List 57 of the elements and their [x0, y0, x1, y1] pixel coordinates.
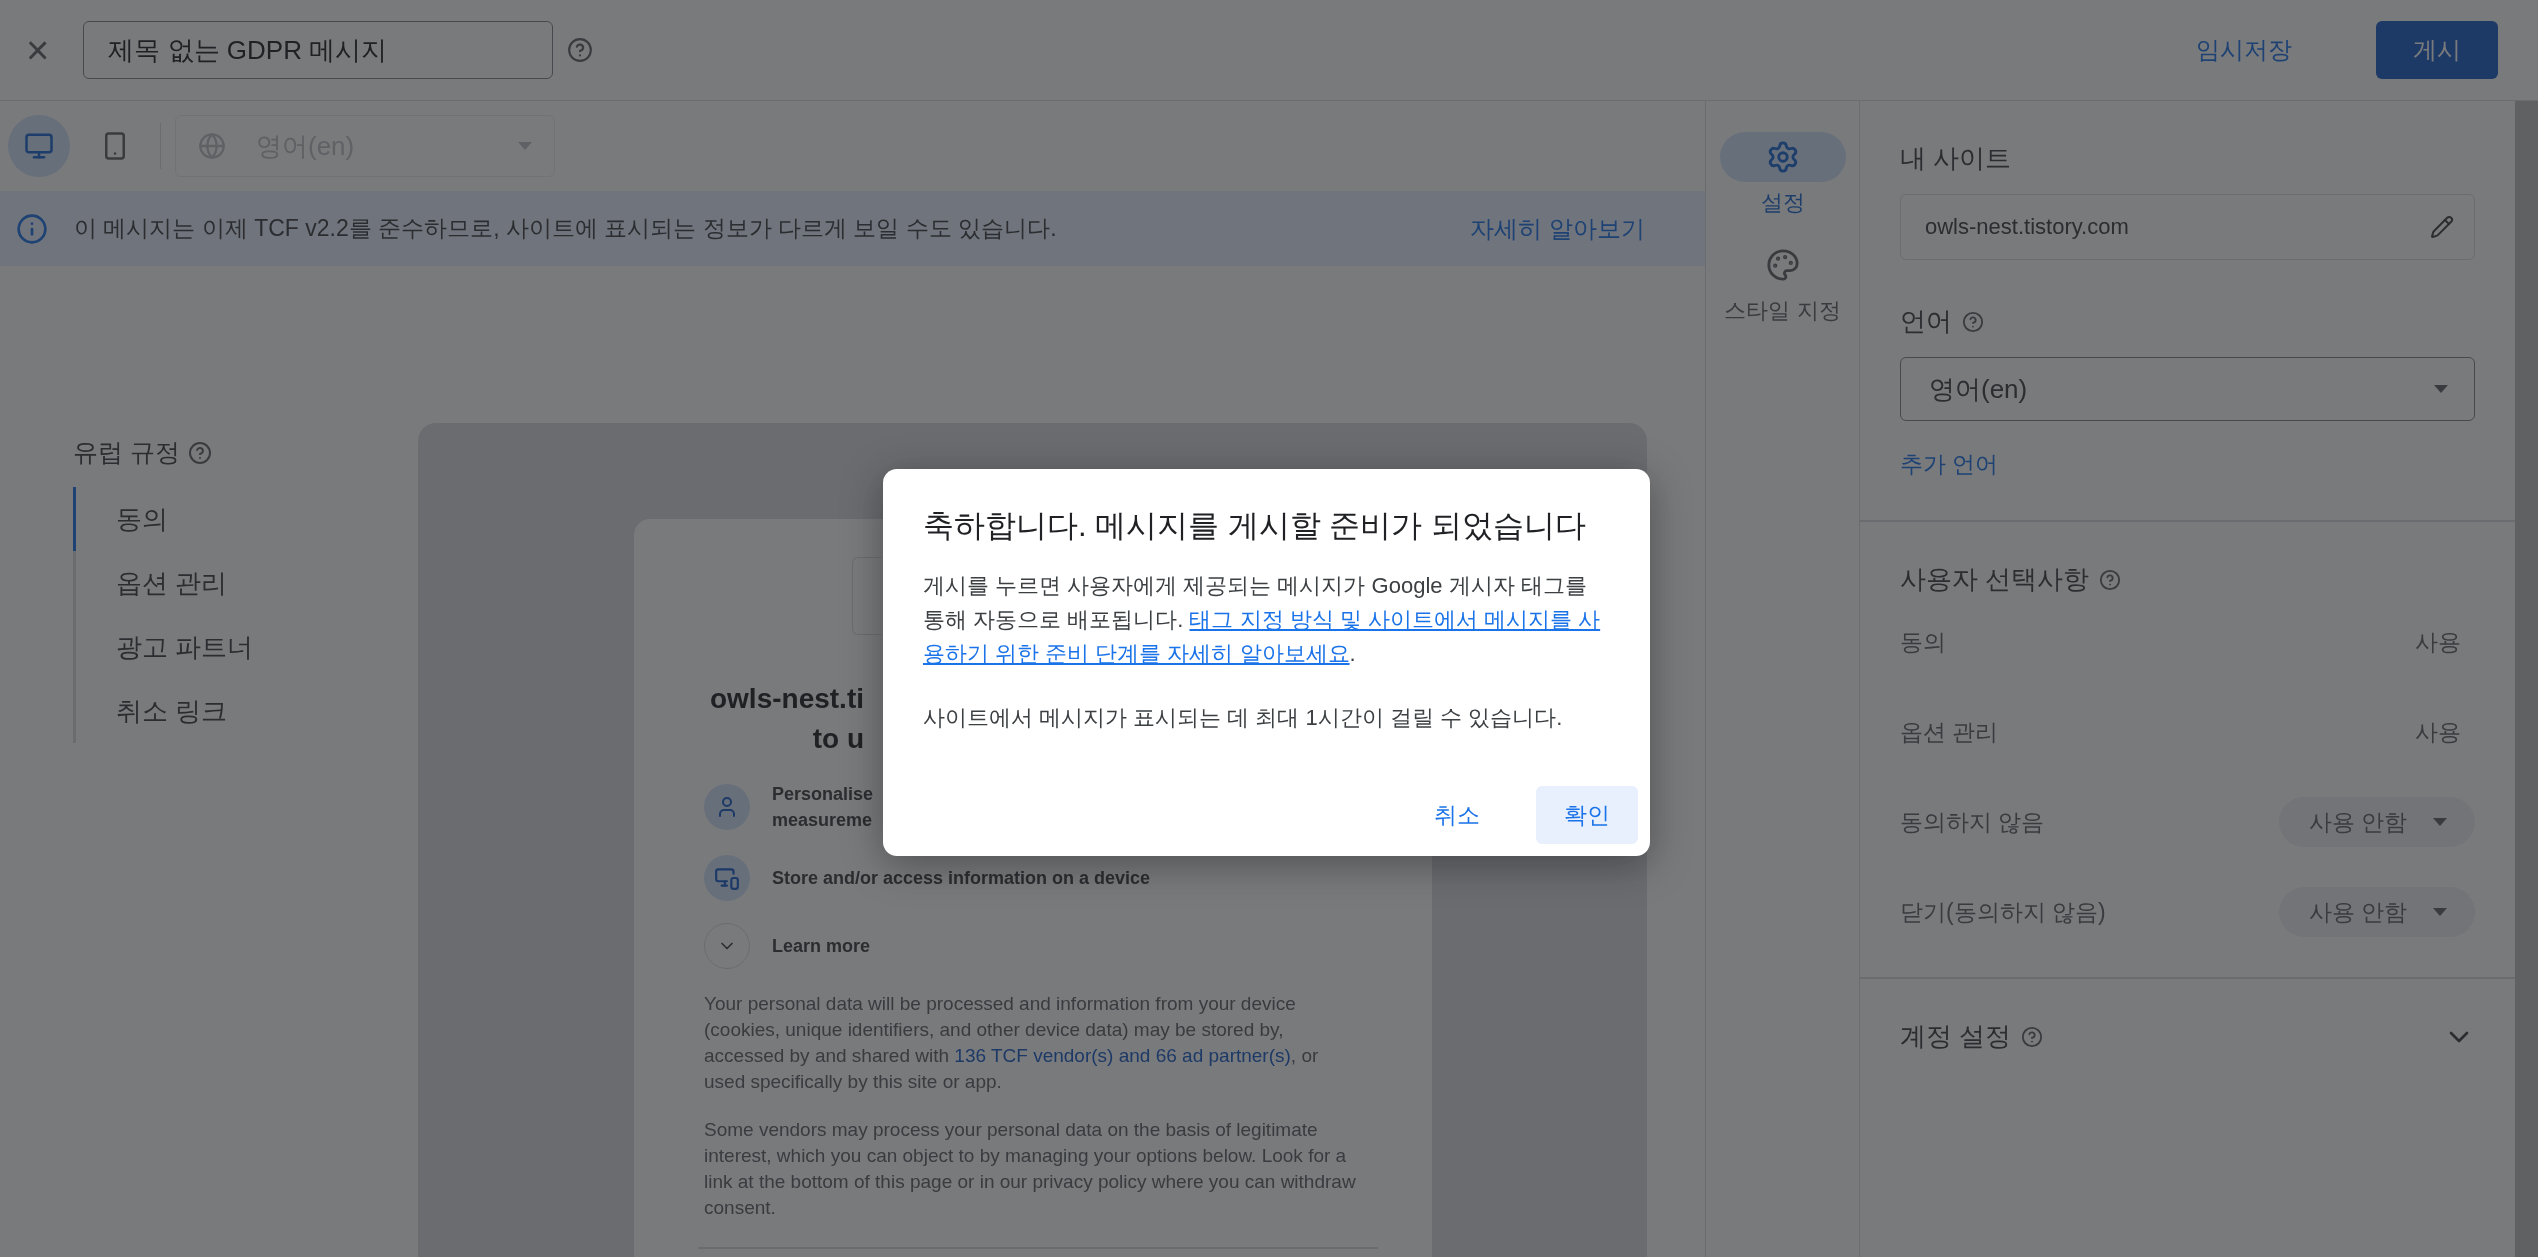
language-select[interactable]: 영어(en)	[1900, 357, 2475, 421]
section-heading: 사용자 선택사항	[1900, 563, 2090, 596]
consent-paragraph: Some vendors may process your personal data on the basis of legitimate interest, which you can object to by managing your options below. Look for a link at the bottom of this page or in our privacy policy where you can withdraw consent.	[704, 1118, 1357, 1220]
palette-icon	[1765, 248, 1800, 282]
choice-label: 동의하지 않음	[1900, 807, 2045, 837]
section-heading: 계정 설정	[1900, 1020, 2012, 1053]
purpose-text: Personalise measureme	[772, 783, 874, 832]
confirm-button[interactable]: 확인	[1536, 786, 1638, 844]
choice-label: 닫기(동의하지 않음)	[1900, 897, 2106, 927]
nav-item[interactable]: 옵션 관리	[73, 551, 418, 615]
choice-value: 사용	[2415, 717, 2462, 747]
help-icon[interactable]	[187, 440, 212, 465]
devices-icon	[714, 865, 740, 891]
help-icon[interactable]	[2099, 568, 2122, 591]
title-input-field[interactable]: 제목 없는 GDPR 메시지	[83, 21, 554, 79]
choice-dropdown[interactable]: 사용 안함	[2279, 797, 2475, 847]
cancel-button[interactable]: 취소	[1406, 786, 1508, 844]
scrollbar[interactable]	[2515, 101, 2538, 1257]
choice-dropdown[interactable]: 사용 안함	[2279, 887, 2475, 937]
help-icon[interactable]	[1962, 310, 1984, 333]
close-button[interactable]: ×	[20, 24, 56, 76]
choice-label: 옵션 관리	[1900, 717, 1999, 747]
nav-heading: 유럽 규정	[73, 437, 180, 468]
choice-label: 동의	[1900, 627, 1946, 657]
caret-icon	[2434, 385, 2448, 393]
help-icon[interactable]	[567, 37, 594, 63]
info-icon	[16, 212, 48, 245]
publish-button[interactable]: 게시	[2376, 21, 2498, 79]
nav-item[interactable]: 취소 링크	[73, 679, 418, 743]
card-title: to u	[812, 722, 864, 756]
consent-paragraph: Your personal data will be processed and information from your device (cookies, unique identifiers, and other device data) may be stored by, accessed by and shared with 136 TCF vendor(s) and 66 ad partner(s), or used specifically by this site or app.	[704, 992, 1320, 1094]
caret-icon	[518, 142, 532, 150]
dialog-title: 축하합니다. 메시지를 게시할 준비가 되었습니다	[923, 507, 1588, 545]
add-language-link[interactable]: 추가 언어	[1900, 449, 1999, 480]
banner-text: 이 메시지는 이제 TCF v2.2를 준수하므로, 사이트에 표시되는 정보가 다르게 보일 수도 있습니다.	[74, 214, 1058, 243]
caret-icon	[2433, 818, 2447, 826]
nav-item[interactable]: 광고 파트너	[73, 615, 418, 679]
help-icon[interactable]	[2021, 1025, 2044, 1048]
globe-icon	[198, 132, 226, 160]
help-link[interactable]: 용하기 위한 준비 단계를 자세히 알아보세요	[923, 641, 1350, 666]
dialog-note: 사이트에서 메시지가 표시되는 데 최대 1시간이 걸릴 수 있습니다.	[923, 704, 1564, 732]
help-link[interactable]: 태그 지정 방식 및 사이트에서 메시지를 사	[1189, 607, 1601, 632]
learn-more-link[interactable]: 자세히 알아보기	[1450, 198, 1665, 259]
purpose-text: Store and/or access information on a device	[772, 867, 1151, 890]
save-draft-button[interactable]: 임시저장	[2176, 20, 2312, 80]
section-heading: 언어	[1900, 305, 1952, 338]
monitor-icon	[24, 131, 54, 161]
rail-tab[interactable]: 스타일 지정	[1713, 239, 1852, 327]
dialog-text: 게시를 누르면 사용자에게 제공되는 메시지가 Google 게시자 태그를 통해 자동으로 배포됩니다. 태그 지정 방식 및 사이트에서 메시지를 사 용하기 위한 준비 단계를 자세히 알아보세요.	[923, 572, 1602, 668]
vendors-link[interactable]: 136 TCF vendor(s) and 66 ad partner(s)	[954, 1045, 1291, 1066]
learn-more-text: Learn more	[772, 935, 871, 958]
site-field[interactable]: owls-nest.tistory.com	[1900, 194, 2475, 260]
choice-value: 사용	[2415, 627, 2462, 657]
card-title: owls-nest.ti	[710, 682, 864, 716]
section-heading: 내 사이트	[1900, 142, 2012, 175]
caret-icon	[2433, 908, 2447, 916]
pencil-icon[interactable]	[2430, 215, 2454, 239]
